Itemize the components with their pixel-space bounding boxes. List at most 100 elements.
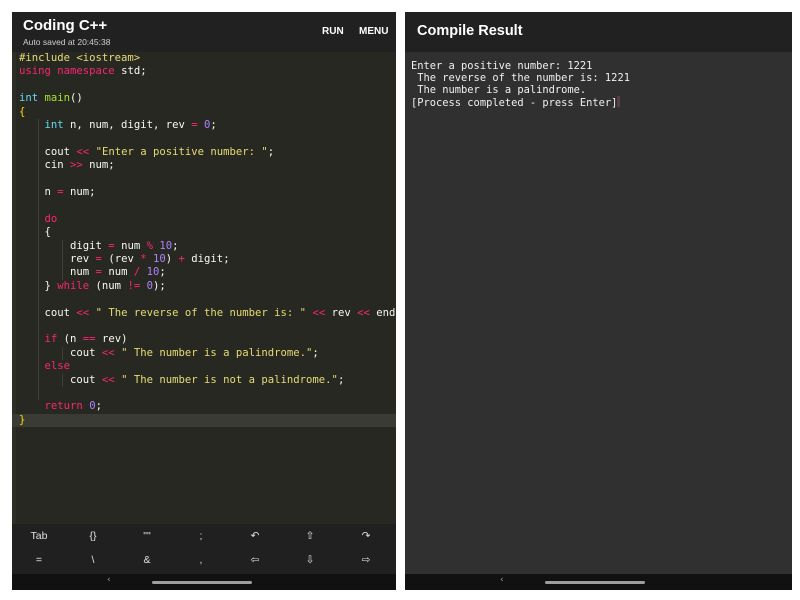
key-row2-4[interactable]: ⇦ (235, 554, 275, 566)
code-token: using (19, 65, 51, 78)
code-token: ); (153, 279, 166, 292)
code-token: != (127, 279, 141, 292)
code-line: cout << " The reverse of the number is: … (19, 306, 397, 320)
code-token: cout (19, 145, 77, 158)
code-token: while (57, 279, 90, 292)
code-token: << (101, 373, 115, 386)
key-row2-1[interactable]: \ (73, 554, 113, 566)
output-line-text: The reverse of the number is: 1221 (411, 72, 630, 84)
code-token: #include (19, 52, 77, 64)
code-line: rev = (rev * 10) + digit; (19, 253, 230, 266)
code-line: #include <iostream> (19, 52, 140, 65)
code-line: cout << "Enter a positive number: "; (19, 145, 275, 159)
code-token: ; (95, 400, 102, 413)
back-chevron-icon[interactable]: ‹ (107, 575, 111, 585)
code-line: cin >> num; (19, 159, 115, 172)
code-token: " The number is a palindrome." (121, 346, 313, 359)
line-gutter (12, 52, 16, 536)
autosave-status: Auto saved at 20:45:38 (23, 37, 111, 47)
code-line: else (19, 360, 71, 373)
home-handle-icon-right[interactable] (545, 581, 645, 584)
key-row2-5[interactable]: ⇩ (290, 554, 330, 566)
back-chevron-icon-right[interactable]: ‹ (500, 575, 504, 585)
key-row1-4[interactable]: ↶ (235, 530, 275, 542)
code-line: cout << " The number is not a palindrome… (19, 374, 344, 387)
system-nav-bar-right: ‹ (405, 574, 792, 590)
code-token: << (357, 306, 370, 319)
key-row2-2[interactable]: & (127, 554, 167, 566)
code-line: } while (num != 0); (19, 280, 166, 293)
output-line: The number is a palindrome. (411, 84, 586, 96)
key-row1-0[interactable]: Tab (19, 530, 59, 542)
code-token: } (19, 279, 58, 292)
code-token: num (114, 239, 147, 252)
code-token: if (44, 333, 58, 346)
code-token: num; (82, 159, 115, 172)
code-token: num (101, 266, 134, 279)
key-row2-3[interactable]: , (181, 554, 221, 566)
result-title: Compile Result (417, 23, 523, 39)
code-token: num; (63, 186, 96, 198)
current-line-highlight (12, 413, 396, 428)
key-row1-3[interactable]: ; (181, 530, 221, 542)
code-token: 10 (153, 253, 166, 265)
code-token: rev (19, 253, 96, 265)
code-token: num (19, 266, 96, 279)
home-handle-icon[interactable] (152, 581, 252, 584)
compile-result-pane: Compile Result Enter a positive number: … (405, 12, 792, 590)
code-token: << (101, 346, 115, 359)
key-row1-6[interactable]: ↷ (346, 530, 386, 542)
code-line: } (19, 414, 25, 427)
code-token: ; (337, 373, 345, 386)
result-toolbar: Compile Result (405, 12, 792, 52)
code-token: << (76, 145, 90, 158)
terminal-output[interactable]: Enter a positive number: 1221 The revers… (405, 52, 792, 574)
code-editor[interactable]: #include <iostream> using namespace std; i… (12, 52, 396, 536)
code-token: endl; (376, 306, 396, 319)
terminal-cursor (617, 96, 621, 107)
code-token: () (70, 92, 83, 105)
code-token: ; (312, 346, 319, 359)
code-token: n, num, digit, rev (63, 119, 192, 131)
menu-button[interactable]: MENU (359, 26, 388, 37)
code-token: rev) (95, 333, 128, 346)
code-line: cout << " The number is a palindrome."; (19, 347, 319, 360)
key-row2-6[interactable]: ⇨ (346, 554, 386, 566)
code-token: 10 (146, 266, 160, 279)
code-token: std; (114, 65, 147, 78)
key-row2-0[interactable]: = (19, 554, 59, 566)
code-token: namespace (57, 65, 115, 78)
code-token: "Enter a positive number: " (95, 145, 268, 158)
code-token: cout (19, 306, 77, 319)
code-token: ; (210, 119, 217, 131)
code-token: >> (70, 159, 83, 172)
code-token: ; (159, 266, 166, 279)
run-button[interactable]: RUN (322, 26, 344, 37)
code-token: do (44, 212, 58, 225)
code-token: return (44, 400, 83, 413)
code-line: { (19, 226, 51, 239)
output-line-text: The number is a palindrome. (411, 84, 587, 96)
output-line: [Process completed - press Enter] (411, 96, 621, 109)
code-token: cout (19, 346, 102, 359)
code-token: <iostream> (76, 52, 141, 64)
code-token: << (312, 306, 326, 319)
code-token: ) (165, 253, 179, 265)
code-line: using namespace std; (19, 65, 147, 78)
code-token: (rev (101, 253, 141, 265)
code-line: if (n == rev) (19, 333, 128, 346)
key-row1-1[interactable]: {} (73, 530, 113, 542)
code-token: cin (19, 159, 71, 172)
code-line: return 0; (19, 400, 102, 413)
system-nav-bar: ‹ (12, 574, 396, 590)
code-token: digit; (184, 253, 230, 265)
key-row1-2[interactable]: "" (127, 530, 167, 542)
key-row1-5[interactable]: ⇧ (290, 530, 330, 542)
output-line: Enter a positive number: 1221 (411, 60, 592, 72)
code-line: int main() (19, 92, 83, 105)
